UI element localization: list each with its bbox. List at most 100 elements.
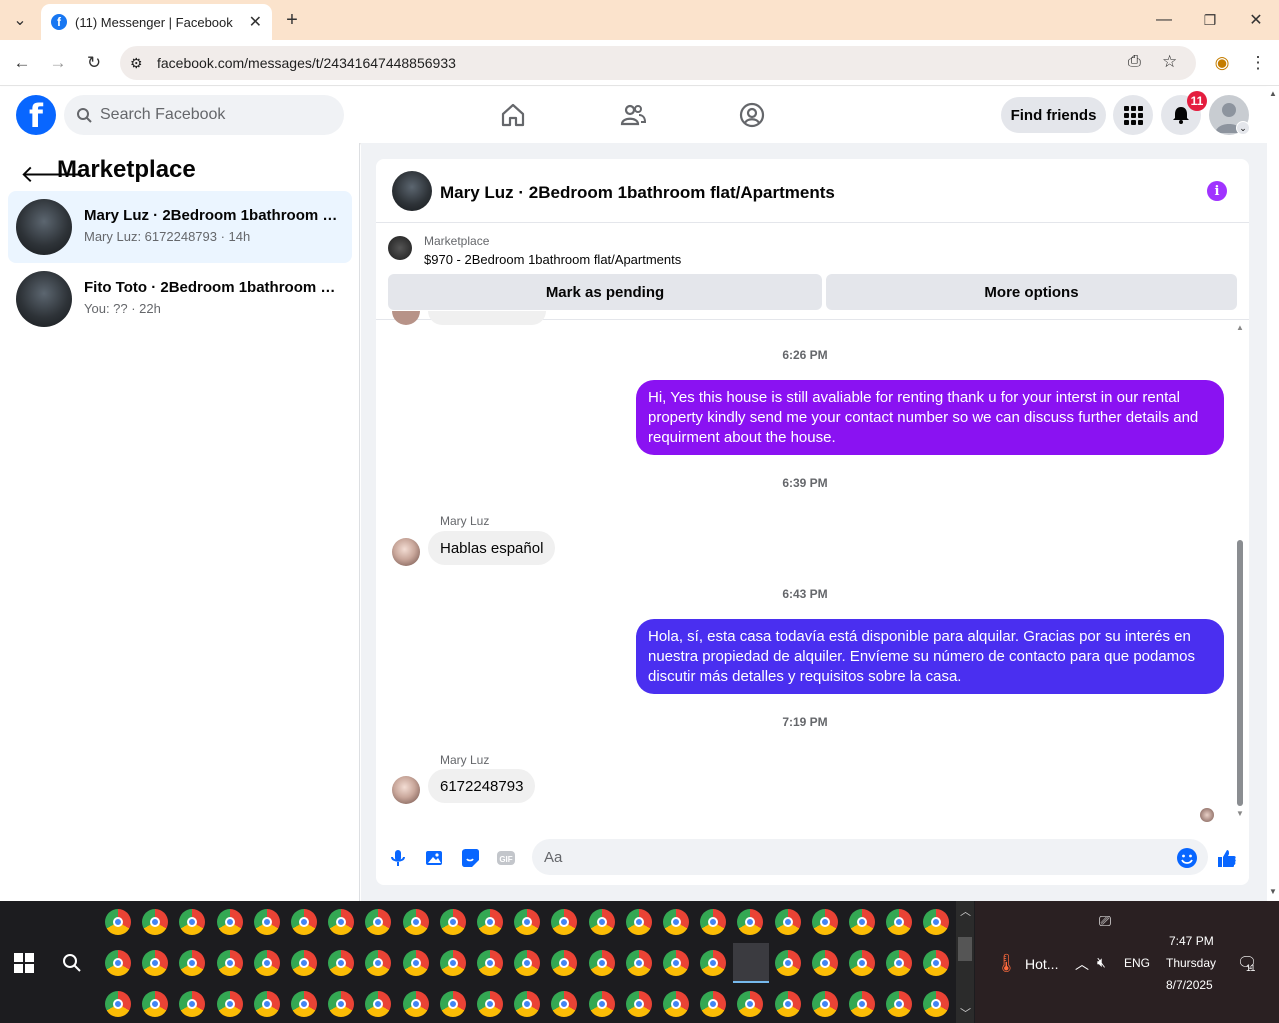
bookmark-star-icon[interactable]: ☆ [1162,52,1177,72]
sender-avatar[interactable] [392,776,420,804]
menu-grid-button[interactable] [1113,95,1153,135]
chrome-app-icon[interactable] [737,991,764,1017]
chrome-app-icon[interactable] [625,991,652,1017]
browser-tab[interactable]: f (11) Messenger | Facebook ✕ [41,4,272,40]
scroll-up-icon[interactable]: ▲ [1236,323,1244,332]
photo-icon[interactable] [423,847,445,869]
chrome-app-icon[interactable] [216,950,243,976]
chrome-app-icon[interactable] [328,950,355,976]
install-app-icon[interactable]: ⎙ [1128,53,1141,71]
page-scrollbar[interactable]: ▲ ▼ [1267,87,1279,901]
facebook-logo-icon[interactable]: f [16,95,56,135]
chrome-app-icon[interactable] [365,909,392,935]
restore-icon[interactable]: ❐ [1198,8,1222,32]
chrome-app-icon[interactable] [179,950,206,976]
taskbar-scroll-down-icon[interactable]: ﹀ [960,1005,971,1021]
browser-menu-icon[interactable]: ⋮ [1247,52,1269,74]
chat-title[interactable]: Mary Luz · 2Bedroom 1bathroom flat/Apart… [440,183,835,203]
chrome-app-icon[interactable] [625,950,652,976]
chrome-app-icon[interactable] [105,950,131,976]
chrome-app-icon[interactable] [253,909,280,935]
page-scroll-up-icon[interactable]: ▲ [1269,89,1277,98]
chrome-app-icon[interactable] [216,991,243,1017]
outgoing-message[interactable]: Hi, Yes this house is still avaliable fo… [636,380,1224,455]
clock-time[interactable]: 7:47 PM [1169,934,1214,948]
back-icon[interactable]: ← [11,52,33,74]
chrome-app-icon[interactable] [588,950,615,976]
chrome-app-icon[interactable] [886,909,913,935]
chrome-app-icon[interactable] [588,991,615,1017]
chrome-app-icon[interactable] [923,950,950,976]
chrome-app-icon[interactable] [179,991,206,1017]
chrome-app-icon[interactable] [551,909,578,935]
chrome-app-icon[interactable] [663,909,689,935]
chrome-app-icon[interactable] [774,950,801,976]
message-input[interactable]: Aa [532,839,1208,875]
chrome-app-icon[interactable] [142,909,169,935]
chrome-app-icon[interactable] [477,991,503,1017]
chrome-app-icon[interactable] [365,991,392,1017]
chrome-app-icon[interactable] [700,950,727,976]
chrome-app-icon[interactable] [774,909,801,935]
chrome-app-icon[interactable] [439,909,466,935]
url-field[interactable]: ⚙ facebook.com/messages/t/24341647448856… [120,46,1196,80]
chat-thumbnail[interactable] [392,171,432,211]
chrome-app-icon[interactable] [588,909,615,935]
home-icon[interactable] [499,101,527,129]
page-scroll-down-icon[interactable]: ▼ [1269,887,1277,896]
conversation-item[interactable]: Fito Toto · 2Bedroom 1bathroom flat/Apar… [8,263,352,335]
tab-search-icon[interactable]: ⌄ [8,8,32,32]
chrome-app-icon[interactable] [142,950,169,976]
chrome-app-icon[interactable] [291,950,317,976]
chrome-app-icon[interactable] [402,909,429,935]
chrome-app-icon[interactable] [253,991,280,1017]
taskbar-scroll-up-icon[interactable]: ︿ [960,903,971,919]
chrome-app-icon[interactable] [923,991,950,1017]
windows-start-icon[interactable] [14,953,34,973]
chrome-app-icon[interactable] [774,991,801,1017]
minimize-icon[interactable]: — [1152,8,1176,32]
reload-icon[interactable]: ↻ [83,52,105,74]
thumbs-up-icon[interactable] [1216,847,1238,869]
chrome-app-icon[interactable] [737,909,764,935]
chrome-app-icon[interactable] [811,950,838,976]
profile-circle-icon[interactable] [738,101,766,129]
chrome-app-icon[interactable] [253,950,280,976]
chrome-app-icon[interactable] [402,950,429,976]
chrome-app-icon[interactable] [700,909,727,935]
mark-as-pending-button[interactable]: Mark as pending [388,274,822,310]
tray-chevron-up-icon[interactable]: ︿ [1075,954,1089,974]
sticker-icon[interactable] [459,847,481,869]
taskbar-scroll[interactable]: ︿ ﹀ [956,901,974,1023]
chrome-app-icon[interactable] [514,909,541,935]
chat-scrollbar-thumb[interactable] [1237,540,1243,806]
chrome-app-icon[interactable] [291,991,317,1017]
incoming-message[interactable]: Hablas español [428,531,556,565]
chrome-app-icon[interactable] [625,909,652,935]
tab-close-icon[interactable]: ✕ [249,12,262,32]
chrome-app-icon[interactable] [849,909,875,935]
chrome-app-icon[interactable] [142,991,169,1017]
chrome-app-icon[interactable] [551,950,578,976]
chrome-app-icon[interactable] [886,950,913,976]
incoming-message[interactable]: 6172248793 [428,769,536,803]
window-close-icon[interactable]: ✕ [1244,8,1268,32]
weather-text[interactable]: Hot... [1025,956,1058,972]
chrome-app-icon[interactable] [811,991,838,1017]
chrome-app-icon[interactable] [477,950,503,976]
chrome-app-icon[interactable] [105,991,131,1017]
scroll-down-icon[interactable]: ▼ [1236,809,1244,818]
chrome-app-icon[interactable] [514,991,541,1017]
profile-icon[interactable]: ◉ [1211,52,1233,74]
info-icon[interactable]: i [1207,181,1227,201]
chrome-app-icon[interactable] [365,950,392,976]
chrome-app-icon[interactable] [291,909,317,935]
weather-icon[interactable]: 🌡 [995,953,1018,974]
site-settings-icon[interactable]: ⚙ [130,55,143,72]
sender-avatar[interactable] [392,538,420,566]
chrome-app-icon[interactable] [923,909,950,935]
chrome-app-icon[interactable] [849,991,875,1017]
chrome-app-icon[interactable] [514,950,541,976]
chrome-app-icon[interactable] [328,909,355,935]
chrome-app-icon[interactable] [663,950,689,976]
